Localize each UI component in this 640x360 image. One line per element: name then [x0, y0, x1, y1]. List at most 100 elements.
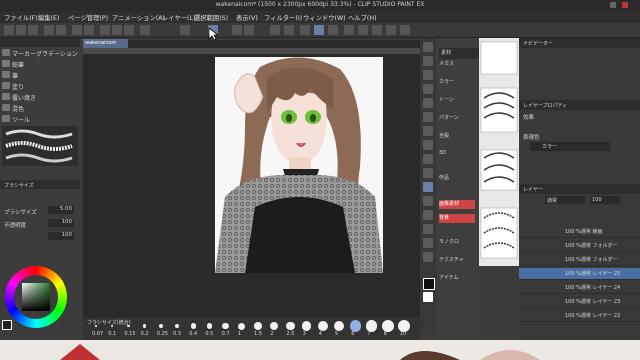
minimize-icon[interactable] — [610, 2, 616, 8]
brush-size-preset[interactable] — [222, 322, 229, 330]
snap-perspective-icon[interactable] — [372, 25, 382, 35]
blend-tool-icon[interactable] — [423, 196, 433, 206]
close-icon[interactable] — [622, 2, 628, 8]
fill-bucket-icon[interactable] — [232, 25, 242, 35]
subtool-item[interactable]: 筆 — [0, 69, 80, 80]
brush-size-preset[interactable] — [142, 324, 147, 328]
eraser-icon[interactable] — [423, 182, 433, 192]
layer-row[interactable]: 100 %通常 レイヤー 22 — [519, 310, 640, 322]
snap-extra-icon[interactable] — [400, 25, 410, 35]
layer-row[interactable]: 100 %通常 フォルダー — [519, 240, 640, 252]
material-item[interactable]: 作品 — [439, 174, 449, 181]
new-file-icon[interactable] — [4, 25, 14, 35]
snap-ruler-icon[interactable] — [344, 25, 354, 35]
move-icon[interactable] — [423, 56, 433, 66]
brush-size-field[interactable]: 5.00 — [48, 206, 74, 214]
opacity-field[interactable]: 100 — [48, 219, 74, 227]
main-color-icon[interactable] — [423, 278, 435, 290]
subtool-item[interactable]: 覆い焼き — [0, 91, 80, 102]
material-item[interactable]: トーン — [439, 96, 454, 103]
lasso-icon[interactable] — [423, 84, 433, 94]
material-item[interactable]: モノクロ — [439, 238, 459, 245]
brush-icon[interactable] — [112, 25, 122, 35]
density-field[interactable]: 100 — [48, 232, 74, 240]
brush-size-preset[interactable] — [95, 325, 97, 327]
stabilizer-icon[interactable] — [328, 25, 338, 35]
ruler-icon[interactable] — [300, 25, 310, 35]
pen-tool-icon[interactable] — [423, 112, 433, 122]
transform-icon[interactable] — [84, 25, 94, 35]
brush-size-preset[interactable] — [238, 322, 246, 330]
pen-icon[interactable] — [124, 25, 134, 35]
color-wheel[interactable] — [5, 266, 67, 328]
subtool-item[interactable]: マーカーグラデーション — [0, 47, 80, 58]
menu-help[interactable]: ヘルプ(H) — [348, 13, 377, 22]
layer-row[interactable]: 100 %通常 レイヤー 23 — [519, 296, 640, 308]
layer-opacity-field[interactable]: 100 — [590, 196, 620, 204]
fill-tool-icon[interactable] — [423, 210, 433, 220]
undo-icon[interactable] — [44, 25, 54, 35]
material-thumbnails[interactable] — [479, 38, 519, 266]
subtool-item[interactable]: 塗り — [0, 80, 80, 91]
material-item[interactable]: 全般 — [439, 132, 449, 139]
subtool-item[interactable]: ツール — [0, 113, 80, 124]
shape-icon[interactable] — [244, 25, 254, 35]
material-item[interactable]: パターン — [439, 114, 459, 121]
material-item[interactable]: テクスチャ — [439, 256, 464, 263]
subtool-item[interactable]: 混色 — [0, 102, 80, 113]
snap-grid-icon[interactable] — [358, 25, 368, 35]
zoom-icon[interactable] — [423, 42, 433, 52]
brush-size-preset[interactable] — [286, 321, 295, 331]
gradient-icon[interactable] — [423, 224, 433, 234]
menu-layer[interactable]: レイヤー(L) — [162, 13, 195, 22]
figure-icon[interactable] — [423, 238, 433, 248]
blend-mode-select[interactable]: 通常 — [545, 196, 585, 204]
brush-size-preset[interactable] — [254, 322, 262, 330]
brush-size-preset[interactable] — [158, 324, 163, 328]
material-item[interactable]: 背景 — [439, 214, 475, 223]
clear-icon[interactable] — [72, 25, 82, 35]
redo-icon[interactable] — [56, 25, 66, 35]
document-tab[interactable]: wakenaicom — [83, 39, 128, 48]
save-icon[interactable] — [28, 25, 38, 35]
subtool-item[interactable]: 鉛筆 — [0, 58, 80, 69]
menu-page[interactable]: ページ管理(P) — [68, 13, 108, 22]
text-icon[interactable] — [423, 252, 433, 262]
layer-row[interactable]: 100 %通常 線画 — [519, 226, 640, 238]
menu-window[interactable]: ウィンドウ(W) — [303, 13, 346, 22]
eyedropper-icon[interactable] — [423, 98, 433, 108]
layer-row[interactable]: 100 %通常 レイヤー 24 — [519, 282, 640, 294]
material-item[interactable]: アイテム — [439, 274, 459, 281]
fill-icon[interactable] — [100, 25, 110, 35]
selection-icon[interactable] — [140, 25, 150, 35]
airbrush-icon[interactable] — [423, 154, 433, 164]
menu-animation[interactable]: アニメーション(A) — [112, 13, 165, 22]
material-item[interactable]: カラー — [439, 78, 454, 85]
brush-tool-icon[interactable] — [423, 140, 433, 150]
brush-size-preset[interactable] — [349, 320, 361, 332]
grid-icon[interactable] — [284, 25, 294, 35]
sub-color-icon[interactable] — [423, 292, 433, 302]
decoration-icon[interactable] — [423, 168, 433, 178]
color-expression-select[interactable]: カラー — [530, 142, 610, 151]
brush-preview-list[interactable] — [2, 126, 78, 166]
brush-size-preset[interactable] — [301, 321, 312, 331]
artwork-canvas[interactable] — [215, 57, 383, 273]
material-item[interactable]: メカス — [439, 60, 454, 67]
menu-filter[interactable]: フィルター(I) — [264, 13, 302, 22]
brush-size-preset[interactable] — [190, 323, 196, 329]
layer-row-selected[interactable]: 100 %通常 レイヤー 25 — [519, 268, 640, 280]
layer-row[interactable]: 100 %通常 フォルダー — [519, 254, 640, 266]
color-square[interactable] — [22, 283, 50, 311]
menu-view[interactable]: 表示(V) — [236, 13, 258, 22]
snap-special-icon[interactable] — [386, 25, 396, 35]
material-item[interactable]: 3D — [439, 150, 446, 156]
menu-select[interactable]: 選択範囲(S) — [194, 13, 228, 22]
selection-icon[interactable] — [423, 70, 433, 80]
open-icon[interactable] — [16, 25, 26, 35]
brush-size-preset[interactable] — [206, 323, 213, 329]
snap-icon[interactable] — [270, 25, 280, 35]
undo-arrow-icon[interactable] — [180, 25, 190, 35]
brush-size-preset[interactable] — [317, 321, 328, 331]
menu-edit[interactable]: 編集(E) — [38, 13, 60, 22]
